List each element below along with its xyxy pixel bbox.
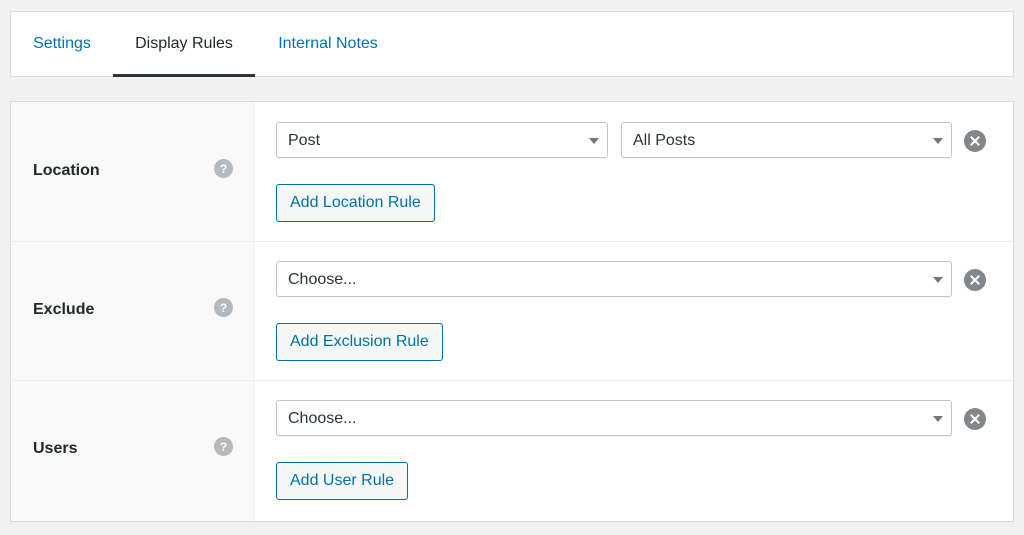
users-help-icon[interactable]: ? (214, 437, 233, 456)
chevron-down-icon (589, 138, 599, 144)
users-label-cell: Users ? (11, 381, 254, 521)
exclude-select-value: Choose... (288, 271, 357, 288)
add-user-rule-button[interactable]: Add User Rule (276, 462, 409, 500)
exclude-label: Exclude (33, 301, 95, 318)
exclude-rule-row: Exclude ? Choose... Add Exclusion Rule (11, 242, 1013, 381)
add-exclusion-rule-button[interactable]: Add Exclusion Rule (276, 323, 443, 361)
users-select[interactable]: Choose... (276, 400, 952, 436)
remove-location-rule-icon[interactable] (964, 130, 986, 152)
exclude-help-icon[interactable]: ? (214, 298, 233, 317)
add-location-rule-button[interactable]: Add Location Rule (276, 184, 435, 222)
tabs-bar: Settings Display Rules Internal Notes (10, 11, 1014, 77)
chevron-down-icon (933, 277, 943, 283)
chevron-down-icon (933, 138, 943, 144)
location-target-value: All Posts (633, 132, 696, 149)
tab-settings[interactable]: Settings (31, 12, 93, 76)
exclude-select[interactable]: Choose... (276, 261, 952, 297)
location-help-icon[interactable]: ? (214, 159, 233, 178)
users-select-value: Choose... (288, 410, 357, 427)
remove-exclude-rule-icon[interactable] (964, 269, 986, 291)
chevron-down-icon (933, 416, 943, 422)
remove-users-rule-icon[interactable] (964, 408, 986, 430)
tab-display-rules[interactable]: Display Rules (113, 12, 255, 77)
users-label: Users (33, 440, 78, 457)
location-label-cell: Location ? (11, 102, 254, 241)
display-rules-panel: Location ? Post All Posts Add Location R… (10, 101, 1014, 522)
location-target-select[interactable]: All Posts (621, 122, 952, 158)
tab-internal-notes[interactable]: Internal Notes (273, 12, 383, 76)
exclude-label-cell: Exclude ? (11, 242, 254, 380)
location-label: Location (33, 162, 100, 179)
users-rule-row: Users ? Choose... Add User Rule (11, 381, 1013, 521)
location-post-type-select[interactable]: Post (276, 122, 608, 158)
location-rule-row: Location ? Post All Posts Add Location R… (11, 102, 1013, 242)
location-post-type-value: Post (288, 132, 321, 149)
